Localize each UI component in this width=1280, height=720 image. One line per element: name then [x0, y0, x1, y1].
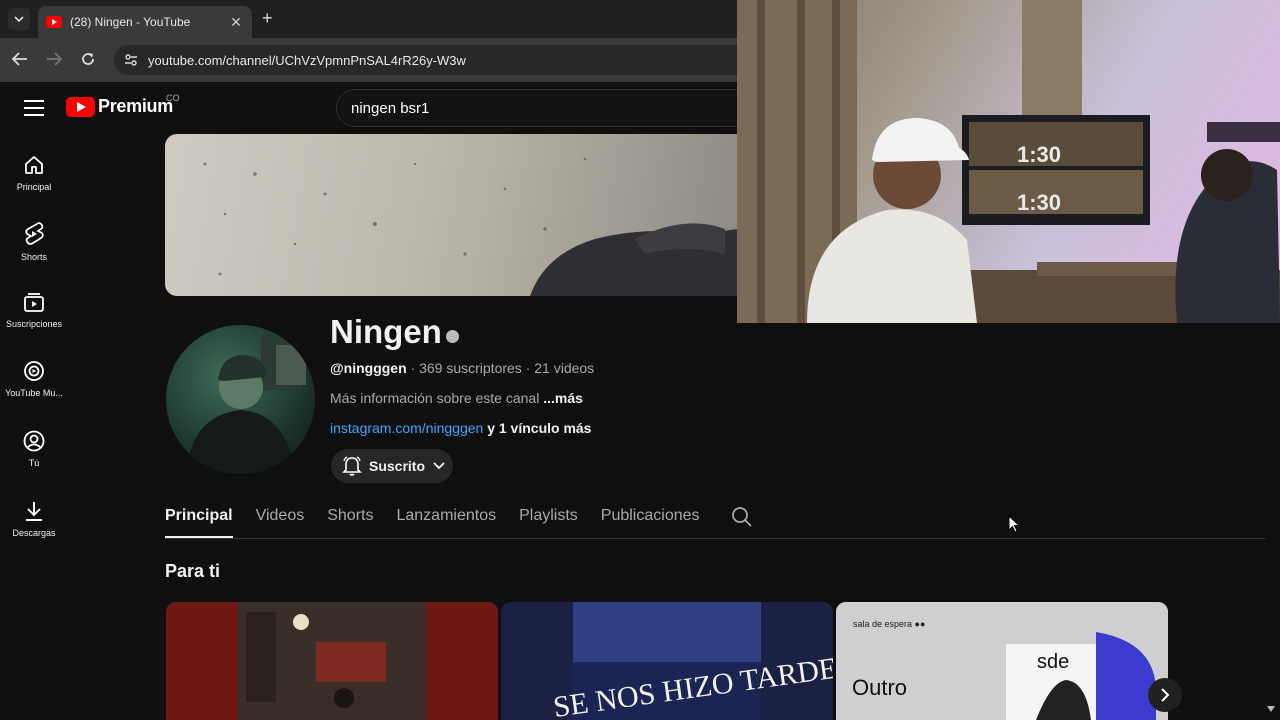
download-icon	[26, 502, 42, 521]
chevron-down-icon	[433, 462, 445, 470]
reload-icon[interactable]	[80, 51, 96, 67]
sidebar-item-tu[interactable]: Tú	[0, 430, 68, 468]
menu-icon[interactable]	[24, 100, 44, 116]
video-thumbnail	[238, 602, 426, 720]
tab-lanzamientos[interactable]: Lanzamientos	[396, 500, 496, 538]
channel-search-icon[interactable]	[731, 506, 753, 528]
tab-search-dropdown-icon[interactable]	[8, 8, 30, 30]
video-thumbnail: sala de espera ●● Outro sde	[836, 602, 1168, 720]
banner-image	[203, 157, 737, 296]
youtube-favicon-icon	[46, 16, 62, 28]
scroll-down-arrow-icon[interactable]	[1266, 705, 1276, 713]
game-score-bottom: 1:30	[1017, 190, 1061, 215]
tab-principal[interactable]: Principal	[165, 500, 233, 538]
instagram-link[interactable]: instagram.com/ningggen	[330, 420, 483, 436]
subscribed-button[interactable]: Suscrito	[331, 449, 453, 483]
channel-tabs: Principal Videos Shorts Lanzamientos Pla…	[165, 500, 753, 538]
about-more-link[interactable]: ...más	[543, 390, 583, 406]
sidebar-item-label: Tú	[28, 458, 40, 468]
sidebar-item-subscriptions[interactable]: Suscripciones	[0, 291, 68, 329]
video-card[interactable]: SE NOS HIZO TARDE	[501, 602, 833, 720]
tab-publicaciones[interactable]: Publicaciones	[601, 500, 700, 538]
tab-close-icon[interactable]: ✕	[228, 14, 244, 31]
channel-links: instagram.com/ningggen y 1 vínculo más	[330, 420, 591, 436]
tabs-divider	[165, 538, 1265, 539]
sidebar-item-descargas[interactable]: Descargas	[0, 500, 68, 538]
video-scene: 1:30 1:30	[737, 0, 1280, 323]
thumbnail-box-text: sde	[1037, 651, 1069, 673]
back-arrow-icon[interactable]	[12, 52, 28, 66]
browser-tab[interactable]: (28) Ningen - YouTube ✕	[38, 6, 252, 38]
channel-meta: @ningggen · 369 suscriptores · 21 videos	[330, 360, 594, 376]
overlay-video: 1:30 1:30	[737, 0, 1280, 323]
search-input[interactable]: ningen bsr1	[336, 89, 756, 127]
logo-text: Premium	[98, 96, 173, 116]
sidebar-item-principal[interactable]: Principal	[0, 154, 68, 192]
home-icon	[25, 156, 43, 174]
url-text: youtube.com/channel/UChVzVpmnPnSAL4rR26y…	[148, 52, 466, 68]
mouse-cursor-icon	[1008, 515, 1020, 533]
about-text: Más información sobre este canal	[330, 390, 544, 406]
channel-avatar[interactable]	[166, 325, 315, 474]
carousel-next-button[interactable]	[1148, 678, 1182, 712]
sidebar-item-label: Principal	[16, 182, 52, 192]
video-card[interactable]	[166, 602, 498, 720]
channel-stats: · 369 suscriptores · 21 videos	[406, 360, 595, 376]
channel-handle: @ningggen	[330, 360, 407, 376]
verified-icon	[446, 330, 459, 343]
video-card[interactable]: sala de espera ●● Outro sde	[836, 602, 1168, 720]
sidebar-item-label: Shorts	[20, 252, 47, 262]
shorts-icon	[25, 222, 44, 245]
youtube-play-logo-icon	[66, 96, 95, 117]
address-bar[interactable]: youtube.com/channel/UChVzVpmnPnSAL4rR26y…	[114, 45, 764, 75]
site-settings-icon[interactable]	[124, 53, 138, 67]
chevron-right-icon	[1161, 688, 1170, 702]
youtube-music-icon	[24, 361, 44, 381]
channel-banner	[165, 134, 737, 296]
sidebar-item-label: Suscripciones	[5, 319, 63, 329]
tab-playlists[interactable]: Playlists	[519, 500, 578, 538]
avatar-image	[186, 335, 306, 474]
subscriptions-icon	[24, 293, 44, 312]
thumbnail-title: Outro	[852, 675, 907, 700]
sidebar-item-youtube-music[interactable]: YouTube Mu...	[0, 360, 68, 398]
section-title: Para ti	[165, 561, 221, 581]
channel-about[interactable]: Más información sobre este canal ...más	[330, 390, 583, 406]
sidebar-item-label: YouTube Mu...	[5, 388, 63, 398]
thumbnail-subtitle: sala de espera ●●	[853, 619, 925, 629]
subscribe-label: Suscrito	[369, 458, 426, 474]
tab-title: (28) Ningen - YouTube	[70, 15, 191, 29]
bell-icon	[342, 456, 362, 476]
country-code: CO	[166, 93, 180, 103]
channel-name: Ningen	[330, 313, 442, 350]
sidebar-item-label: Descargas	[12, 528, 56, 538]
sidebar-item-shorts[interactable]: Shorts	[0, 222, 68, 262]
youtube-premium-logo[interactable]: Premium CO	[66, 93, 180, 117]
video-thumbnail: SE NOS HIZO TARDE	[551, 602, 833, 720]
new-tab-button[interactable]: +	[262, 8, 273, 29]
account-icon	[23, 430, 45, 452]
forward-arrow-icon[interactable]	[46, 52, 62, 66]
more-links[interactable]: y 1 vínculo más	[483, 420, 591, 436]
game-score-top: 1:30	[1017, 142, 1061, 167]
tab-videos[interactable]: Videos	[256, 500, 305, 538]
tab-shorts[interactable]: Shorts	[327, 500, 373, 538]
